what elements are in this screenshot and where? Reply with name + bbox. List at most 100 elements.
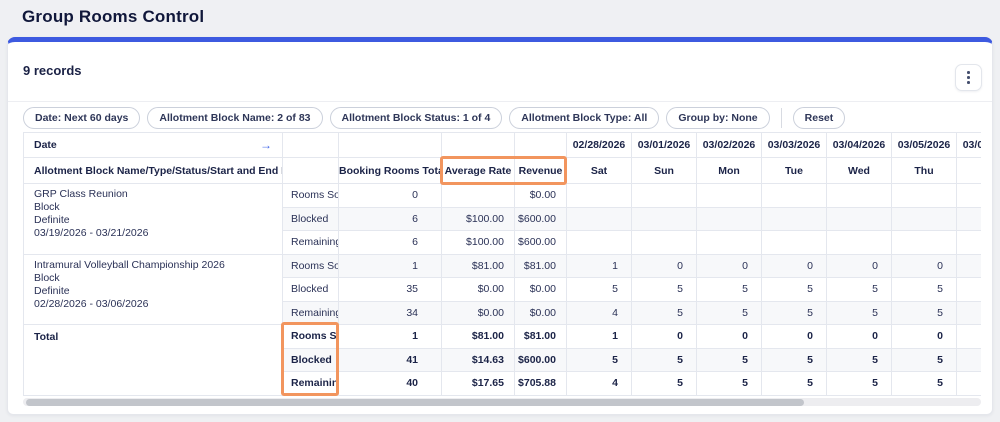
daily-value-cell: [957, 325, 982, 349]
row-label-cell: Blocked: [283, 207, 339, 231]
daily-value-cell: [957, 231, 982, 255]
group-rooms-card: 9 records Date: Next 60 days Allotment B…: [7, 37, 993, 415]
page-title: Group Rooms Control: [22, 7, 204, 27]
row-label-cell: Remaining: [283, 231, 339, 255]
day-column-header: Fri: [957, 158, 982, 184]
daily-value-cell: 5: [892, 348, 957, 372]
date-column-header: 02/28/2026: [567, 133, 632, 158]
daily-value-cell: [697, 207, 762, 231]
empty-header-cell: [339, 133, 442, 158]
booking-rooms-total-cell: 41: [339, 348, 442, 372]
booking-rooms-total-cell: 6: [339, 207, 442, 231]
date-column-header: 03/01/2026: [632, 133, 697, 158]
horizontal-scrollbar-track[interactable]: [23, 398, 981, 406]
daily-value-cell: [892, 184, 957, 208]
empty-header-cell: [283, 158, 339, 184]
row-label-cell: Remaining: [283, 301, 339, 325]
table-row: Intramural Volleyball Championship 2026B…: [24, 254, 982, 278]
revenue-cell: $600.00: [515, 231, 567, 255]
group-name: Intramural Volleyball Championship 2026: [34, 259, 272, 272]
daily-value-cell: 4: [567, 372, 632, 396]
group-date-range: 03/19/2026 - 03/21/2026: [34, 227, 272, 240]
daily-value-cell: [632, 231, 697, 255]
average-rate-header: Average Rate: [442, 158, 515, 184]
date-column-header-cell: Date →: [24, 133, 283, 158]
daily-value-cell: [957, 372, 982, 396]
daily-value-cell: 0: [697, 325, 762, 349]
records-count: 9 records: [23, 63, 82, 78]
revenue-cell: $600.00: [515, 348, 567, 372]
header-divider: [8, 101, 992, 102]
daily-value-cell: [957, 184, 982, 208]
average-rate-cell: $100.00: [442, 231, 515, 255]
daily-value-cell: [762, 231, 827, 255]
date-column-header: 03/02/2026: [697, 133, 762, 158]
booking-rooms-total-cell: 40: [339, 372, 442, 396]
daily-value-cell: 5: [697, 372, 762, 396]
empty-header-cell: [283, 133, 339, 158]
day-column-header: Wed: [827, 158, 892, 184]
daily-value-cell: 5: [762, 278, 827, 302]
booking-rooms-total-cell: 34: [339, 301, 442, 325]
daily-value-cell: 5: [827, 372, 892, 396]
daily-value-cell: [762, 207, 827, 231]
daily-value-cell: 5: [697, 348, 762, 372]
group-status: Definite: [34, 214, 272, 227]
chip-divider: [781, 108, 782, 128]
daily-value-cell: 5: [632, 301, 697, 325]
daily-value-cell: 1: [567, 254, 632, 278]
row-label-cell: Rooms Sold: [283, 184, 339, 208]
reset-filters-button[interactable]: Reset: [793, 107, 846, 129]
daily-value-cell: 0: [697, 254, 762, 278]
booking-rooms-total-cell: 35: [339, 278, 442, 302]
header-row-columns: Allotment Block Name/Type/Status/Start a…: [24, 158, 982, 184]
daily-value-cell: [892, 231, 957, 255]
daily-value-cell: 5: [697, 301, 762, 325]
daily-value-cell: [762, 184, 827, 208]
daily-value-cell: [957, 348, 982, 372]
daily-value-cell: 0: [762, 325, 827, 349]
daily-value-cell: [957, 278, 982, 302]
filter-chip-allotment-block-status[interactable]: Allotment Block Status: 1 of 4: [330, 107, 503, 129]
empty-header-cell: [515, 133, 567, 158]
total-label-cell: Total: [24, 325, 283, 396]
daily-value-cell: [957, 254, 982, 278]
daily-value-cell: [567, 184, 632, 208]
date-header-label: Date: [34, 139, 57, 151]
daily-value-cell: [827, 184, 892, 208]
group-name: GRP Class Reunion: [34, 188, 272, 201]
daily-value-cell: [697, 231, 762, 255]
filter-chip-allotment-block-type[interactable]: Allotment Block Type: All: [509, 107, 659, 129]
revenue-cell: $0.00: [515, 184, 567, 208]
group-type: Block: [34, 272, 272, 285]
filter-chip-group-by[interactable]: Group by: None: [666, 107, 769, 129]
daily-value-cell: 1: [567, 325, 632, 349]
date-sort-arrow-icon[interactable]: →: [260, 138, 272, 152]
average-rate-cell: [442, 184, 515, 208]
booking-rooms-total-cell: 1: [339, 325, 442, 349]
horizontal-scrollbar-thumb[interactable]: [26, 399, 804, 406]
revenue-cell: $81.00: [515, 325, 567, 349]
empty-header-cell: [442, 133, 515, 158]
day-column-header: Sat: [567, 158, 632, 184]
revenue-cell: $600.00: [515, 207, 567, 231]
filter-chip-date[interactable]: Date: Next 60 days: [23, 107, 140, 129]
daily-value-cell: 5: [892, 372, 957, 396]
average-rate-cell: $81.00: [442, 325, 515, 349]
daily-value-cell: 5: [892, 278, 957, 302]
allotment-table-viewport: Date → 02/28/202603/01/202603/02/2026 03/…: [23, 132, 981, 396]
average-rate-cell: $0.00: [442, 278, 515, 302]
daily-value-cell: 0: [892, 325, 957, 349]
date-column-header: 03/04/2026: [827, 133, 892, 158]
daily-value-cell: 5: [762, 372, 827, 396]
revenue-cell: $0.00: [515, 301, 567, 325]
kebab-menu-button[interactable]: [955, 64, 982, 91]
group-type: Block: [34, 201, 272, 214]
daily-value-cell: 5: [827, 278, 892, 302]
filter-chip-allotment-block-name[interactable]: Allotment Block Name: 2 of 83: [147, 107, 322, 129]
average-rate-cell: $14.63: [442, 348, 515, 372]
group-date-range: 02/28/2026 - 03/06/2026: [34, 298, 272, 311]
daily-value-cell: [697, 184, 762, 208]
daily-value-cell: 5: [697, 278, 762, 302]
daily-value-cell: [892, 207, 957, 231]
